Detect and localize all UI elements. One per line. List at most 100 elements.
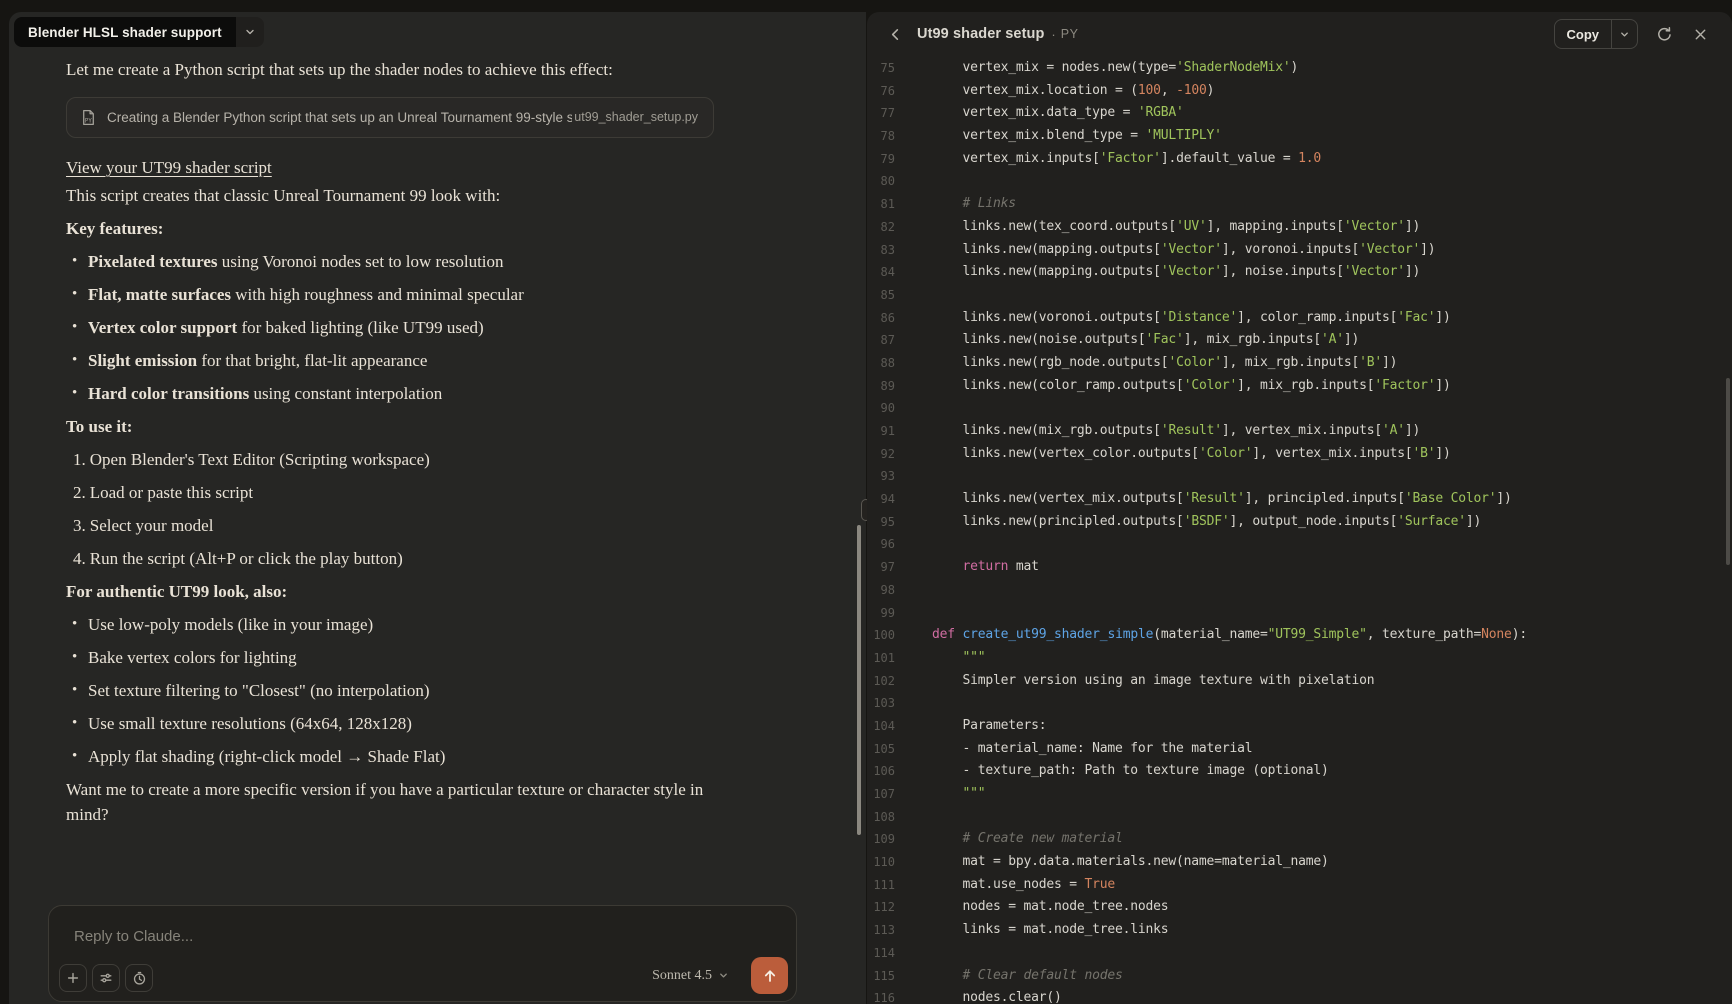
- code-line: 82 links.new(tex_coord.outputs['UV'], ma…: [867, 216, 1732, 239]
- send-button[interactable]: [751, 957, 788, 994]
- code-line: 103: [867, 692, 1732, 715]
- artifact-panel: Ut99 shader setup · PY Copy 75 vertex_m: [867, 12, 1732, 1004]
- artifact-actions: Copy: [1554, 19, 1713, 49]
- code-line: 80: [867, 170, 1732, 193]
- model-name: Sonnet 4.5: [652, 968, 712, 984]
- code-line: 75 vertex_mix = nodes.new(type='ShaderNo…: [867, 57, 1732, 80]
- code-line: 88 links.new(rgb_node.outputs['Color'], …: [867, 352, 1732, 375]
- line-number: 83: [867, 239, 895, 262]
- message-paragraph: Let me create a Python script that sets …: [66, 57, 738, 82]
- artifact-link[interactable]: View your UT99 shader script: [66, 158, 272, 177]
- code-line: 79 vertex_mix.inputs['Factor'].default_v…: [867, 148, 1732, 171]
- conversation-title-chip[interactable]: Blender HLSL shader support: [14, 17, 264, 47]
- line-number: 104: [867, 715, 895, 738]
- code-line: 106 - texture_path: Path to texture imag…: [867, 760, 1732, 783]
- chevron-down-icon: [1619, 29, 1630, 40]
- reply-composer[interactable]: Reply to Claude... Sonnet 4.5: [48, 905, 797, 1002]
- list-item: Flat, matte surfaces with high roughness…: [66, 282, 738, 307]
- line-number: 81: [867, 193, 895, 216]
- attach-button[interactable]: [59, 964, 87, 992]
- line-number: 95: [867, 511, 895, 534]
- tools-sliders-button[interactable]: [92, 964, 120, 992]
- line-number: 96: [867, 533, 895, 556]
- code-line: 109 # Create new material: [867, 828, 1732, 851]
- line-number: 94: [867, 488, 895, 511]
- list-item: Use low-poly models (like in your image): [66, 612, 738, 637]
- copy-split-button: Copy: [1554, 19, 1639, 49]
- code-line: 77 vertex_mix.data_type = 'RGBA': [867, 102, 1732, 125]
- authentic-tips-list: Use low-poly models (like in your image)…: [66, 612, 738, 769]
- code-scrollbar[interactable]: [1726, 378, 1730, 565]
- code-editor[interactable]: 75 vertex_mix = nodes.new(type='ShaderNo…: [867, 57, 1732, 1004]
- line-number: 105: [867, 738, 895, 761]
- python-file-icon: PY: [80, 109, 97, 126]
- code-line: 94 links.new(vertex_mix.outputs['Result'…: [867, 488, 1732, 511]
- line-number: 110: [867, 851, 895, 874]
- line-number: 92: [867, 443, 895, 466]
- line-number: 86: [867, 307, 895, 330]
- line-number: 80: [867, 170, 895, 193]
- history-clock-button[interactable]: [125, 964, 153, 992]
- line-number: 85: [867, 284, 895, 307]
- artifact-language-badge: PY: [1061, 27, 1079, 41]
- line-number: 82: [867, 216, 895, 239]
- line-number: 89: [867, 375, 895, 398]
- section-heading: Key features:: [66, 216, 738, 241]
- list-item: Set texture filtering to "Closest" (no i…: [66, 678, 738, 703]
- list-item: 3.Select your model: [66, 513, 738, 538]
- list-item: Apply flat shading (right-click model → …: [66, 744, 738, 769]
- code-line: 89 links.new(color_ramp.outputs['Color']…: [867, 375, 1732, 398]
- svg-text:PY: PY: [85, 118, 92, 124]
- line-number: 101: [867, 647, 895, 670]
- code-line: 101 """: [867, 647, 1732, 670]
- line-number: 103: [867, 692, 895, 715]
- chevron-down-icon: [718, 970, 729, 981]
- line-number: 100: [867, 624, 895, 647]
- conversation-title: Blender HLSL shader support: [14, 17, 236, 47]
- line-number: 114: [867, 942, 895, 965]
- section-heading: For authentic UT99 look, also:: [66, 579, 738, 604]
- composer-toolbar: [59, 964, 153, 992]
- code-line: 86 links.new(voronoi.outputs['Distance']…: [867, 307, 1732, 330]
- line-number: 78: [867, 125, 895, 148]
- code-line: 116 nodes.clear(): [867, 987, 1732, 1004]
- line-number: 107: [867, 783, 895, 806]
- model-selector[interactable]: Sonnet 4.5: [652, 968, 729, 984]
- reply-input[interactable]: Reply to Claude...: [74, 928, 193, 945]
- code-line: 102 Simpler version using an image textu…: [867, 670, 1732, 693]
- line-number: 115: [867, 965, 895, 988]
- code-line: 91 links.new(mix_rgb.outputs['Result'], …: [867, 420, 1732, 443]
- list-item: 4.Run the script (Alt+P or click the pla…: [66, 546, 738, 571]
- line-number: 108: [867, 806, 895, 829]
- refresh-button[interactable]: [1652, 22, 1677, 47]
- code-line: 96: [867, 533, 1732, 556]
- chevron-down-icon[interactable]: [236, 17, 264, 47]
- copy-options-chevron[interactable]: [1611, 20, 1637, 48]
- line-number: 99: [867, 602, 895, 625]
- line-number: 79: [867, 148, 895, 171]
- list-item: Bake vertex colors for lighting: [66, 645, 738, 670]
- steps-list: 1.Open Blender's Text Editor (Scripting …: [66, 447, 738, 571]
- code-line: 100def create_ut99_shader_simple(materia…: [867, 624, 1732, 647]
- line-number: 87: [867, 329, 895, 352]
- code-line: 97 return mat: [867, 556, 1732, 579]
- code-line: 76 vertex_mix.location = (100, -100): [867, 80, 1732, 103]
- line-number: 91: [867, 420, 895, 443]
- back-button[interactable]: [884, 23, 907, 46]
- chat-scrollbar[interactable]: [857, 525, 861, 835]
- copy-button[interactable]: Copy: [1555, 20, 1612, 48]
- line-number: 109: [867, 828, 895, 851]
- artifact-title: Ut99 shader setup: [917, 26, 1044, 42]
- section-heading: To use it:: [66, 414, 738, 439]
- line-number: 112: [867, 896, 895, 919]
- code-line: 99: [867, 602, 1732, 625]
- title-separator: ·: [1051, 27, 1055, 42]
- close-button[interactable]: [1689, 23, 1712, 46]
- artifact-card[interactable]: PY Creating a Blender Python script that…: [66, 97, 714, 138]
- key-features-list: Pixelated textures using Voronoi nodes s…: [66, 249, 738, 406]
- code-line: 107 """: [867, 783, 1732, 806]
- line-number: 76: [867, 80, 895, 103]
- code-line: 84 links.new(mapping.outputs['Vector'], …: [867, 261, 1732, 284]
- list-item: Slight emission for that bright, flat-li…: [66, 348, 738, 373]
- code-line: 111 mat.use_nodes = True: [867, 874, 1732, 897]
